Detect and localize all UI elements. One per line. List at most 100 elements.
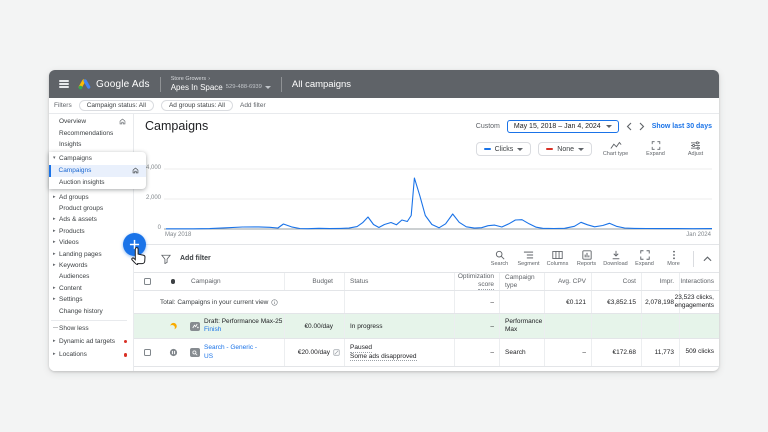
more-button[interactable]: More [659,250,688,268]
sidebar-item-videos[interactable]: ▸ Videos [49,237,133,248]
filter-funnel-icon[interactable] [161,254,171,264]
show-last-30-days-link[interactable]: Show last 30 days [652,123,712,130]
sidebar-item-audiences[interactable]: Audiences [49,271,133,282]
metric-2-selector[interactable]: None [538,142,592,156]
table-row-draft-campaign[interactable]: Draft: Performance Max-25 Finish €0.00/d… [134,314,719,339]
status-note[interactable]: Some ads disapproved [350,353,417,362]
clicks-line-chart[interactable] [134,160,719,244]
status-dot-header[interactable] [160,273,186,290]
sidebar-item-label: Campaigns [59,167,92,174]
table-add-filter-button[interactable]: Add filter [180,255,211,262]
google-ads-logo[interactable]: Google Ads [78,78,150,90]
campaign-header[interactable]: Campaign [186,273,285,290]
sidebar-item-auction-insights[interactable]: Auction insights [49,177,146,188]
row-checkbox[interactable] [144,349,151,356]
sidebar-item-label: Audiences [59,273,89,280]
status-dot-icon [171,279,176,284]
campaign-type-header[interactable]: Campaign type [500,273,545,290]
sidebar-item-label: Auction insights [59,179,105,186]
y-axis-tick: 0 [135,225,161,231]
total-cost: €3,852.15 [592,291,642,313]
sidebar-item-label: Change history [59,308,103,315]
search-campaign-icon [190,348,200,357]
collapse-chart-button[interactable] [699,256,719,262]
adjust-chart-button[interactable]: Adjust [679,141,712,158]
sidebar-item-change-history[interactable]: Change history [49,305,133,316]
chart-type-icon [610,141,622,150]
optimization-score-header[interactable]: Optimization score [455,273,500,290]
download-button[interactable]: Download [601,250,630,268]
sidebar-item-ads-assets[interactable]: ▸ Ads & assets [49,214,133,225]
avg-cpv-header[interactable]: Avg. CPV [545,273,592,290]
home-icon [119,118,126,125]
topbar-page-title: All campaigns [292,79,351,90]
campaign-name-link[interactable]: Search - Generic - US [204,344,264,360]
expand-table-button[interactable]: Expand [630,250,659,268]
budget-note-icon[interactable] [333,349,340,356]
columns-button[interactable]: Columns [543,250,572,268]
reports-button[interactable]: Reports [572,250,601,268]
table-row-search-campaign[interactable]: Search - Generic - US €20.00/day Paused … [134,339,719,367]
search-button[interactable]: Search [485,250,514,268]
chevron-collapsed-icon: ▸ [49,229,59,234]
finish-draft-link[interactable]: Finish [204,326,221,334]
impr-header[interactable]: Impr. [642,273,680,290]
account-switcher[interactable]: Store Growers› Apes In Space 529-488-693… [171,76,271,92]
table-total-row: Total: Campaigns in your current view – … [134,291,719,314]
sidebar-item-locations[interactable]: ▸ Locations [49,349,133,360]
sidebar-item-campaigns-selected[interactable]: Campaigns [49,165,146,178]
sidebar-item-label: Locations [59,351,87,358]
sidebar-item-settings[interactable]: ▸ Settings [49,294,133,305]
chevron-collapsed-icon: ▸ [49,195,59,200]
draft-status-cell[interactable] [160,314,186,338]
sidebar-item-label: Show less [59,325,89,332]
chevron-down-icon [265,86,271,89]
screenshot-stage: Google Ads Store Growers› Apes In Space … [0,0,768,432]
info-icon[interactable] [271,299,278,306]
ad-group-status-filter-chip[interactable]: Ad group status: All [161,100,233,111]
budget-header[interactable]: Budget [285,273,345,290]
home-icon [132,167,139,174]
hamburger-menu-icon[interactable] [59,80,69,87]
sidebar-item-campaigns-parent[interactable]: ▾ Campaigns [49,153,146,164]
status-text[interactable]: Paused [350,344,372,353]
expand-icon [651,141,661,150]
expand-icon [640,250,650,260]
sidebar-item-keywords[interactable]: ▸ Keywords [49,260,133,271]
metric-1-selector[interactable]: Clicks [476,142,532,156]
sidebar-item-content[interactable]: ▸ Content [49,283,133,294]
previous-period-button[interactable] [626,122,632,131]
campaign-type-cell: Search [500,339,545,366]
sidebar-item-products[interactable]: ▸ Products [49,226,133,237]
sidebar-item-dynamic-ad-targets[interactable]: ▸ Dynamic ad targets [49,334,133,349]
series-color-swatch [546,148,553,150]
add-filter-link[interactable]: Add filter [240,102,266,109]
campaign-status-filter-chip[interactable]: Campaign status: All [79,100,154,111]
paused-status-cell[interactable] [160,339,186,366]
opt-score-cell: – [455,339,500,366]
chevron-expanded-icon: ▾ [49,156,59,161]
date-range-picker[interactable]: May 15, 2018 – Jan 4, 2024 [507,120,619,133]
next-period-button[interactable] [639,122,645,131]
sidebar-item-label: Landing pages [59,251,102,258]
interactions-header[interactable]: Interactions [680,273,719,290]
cost-header[interactable]: Cost [592,273,642,290]
sidebar-item-show-less[interactable]: — Show less [49,323,133,334]
expand-chart-button[interactable]: Expand [639,141,672,158]
sidebar-item-landing-pages[interactable]: ▸ Landing pages [49,248,133,259]
sidebar-item-recommendations[interactable]: Recommendations [49,127,133,138]
sidebar-item-insights[interactable]: Insights [49,139,133,150]
chart-type-button[interactable]: Chart type [599,141,632,158]
sidebar-item-overview[interactable]: Overview [49,116,133,127]
sidebar-item-ad-groups[interactable]: ▸ Ad groups [49,191,133,202]
select-all-checkbox[interactable] [144,278,151,285]
main-content: Campaigns Custom May 15, 2018 – Jan 4, 2… [134,114,719,371]
segment-button[interactable]: Segment [514,250,543,268]
chevron-collapsed-icon: ▸ [49,252,59,257]
select-all-cell [134,273,160,290]
sidebar-item-product-groups[interactable]: Product groups [49,203,133,214]
campaign-name-cell: Draft: Performance Max-25 Finish [186,314,285,338]
campaigns-nav-popup: ▾ Campaigns Campaigns Auction insights [49,152,146,189]
sidebar-item-label: Content [59,285,82,292]
status-header[interactable]: Status [345,273,455,290]
